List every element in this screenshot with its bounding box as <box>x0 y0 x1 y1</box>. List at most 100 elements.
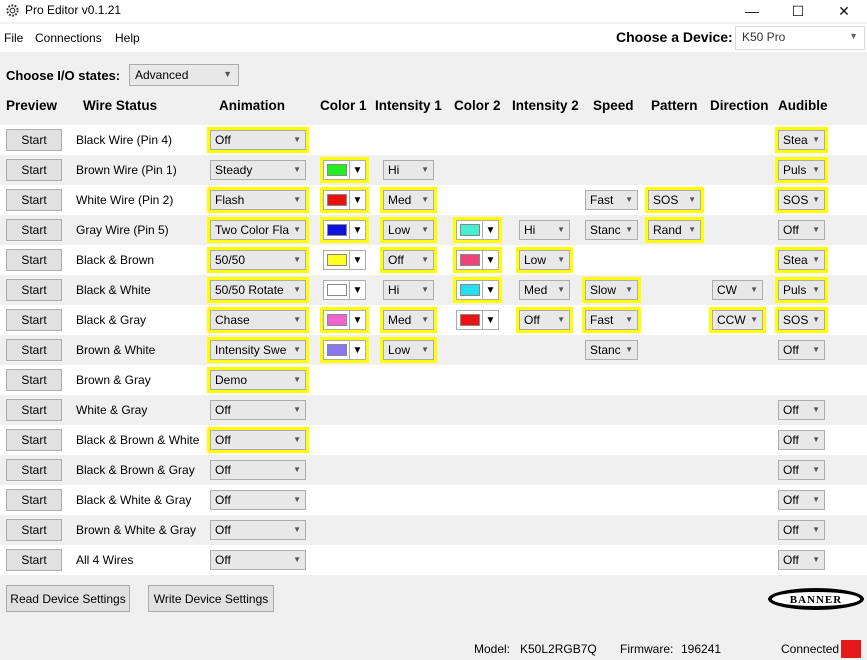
audible-select[interactable]: Stea ▼ <box>778 250 825 270</box>
preview-start-button[interactable]: Start <box>6 279 62 301</box>
close-button[interactable]: ✕ <box>821 0 867 22</box>
intensity1-select[interactable]: Off ▼ <box>383 250 434 270</box>
preview-start-button[interactable]: Start <box>6 369 62 391</box>
preview-start-button[interactable]: Start <box>6 429 62 451</box>
preview-start-button[interactable]: Start <box>6 339 62 361</box>
color1-picker[interactable]: ▼ <box>323 220 366 240</box>
speed-select[interactable]: Stanc ▼ <box>585 220 638 240</box>
color1-picker[interactable]: ▼ <box>323 250 366 270</box>
animation-select[interactable]: Off ▼ <box>210 460 306 480</box>
color2-picker[interactable]: ▼ <box>456 220 499 240</box>
animation-select[interactable]: Off ▼ <box>210 490 306 510</box>
chevron-down-icon[interactable]: ▼ <box>349 191 365 209</box>
speed-select[interactable]: Fast ▼ <box>585 190 638 210</box>
animation-select[interactable]: Off ▼ <box>210 400 306 420</box>
speed-select[interactable]: Slow ▼ <box>585 280 638 300</box>
audible-select[interactable]: Off ▼ <box>778 550 825 570</box>
direction-select[interactable]: CCW ▼ <box>712 310 763 330</box>
audible-select[interactable]: Off ▼ <box>778 460 825 480</box>
chevron-down-icon[interactable]: ▼ <box>482 311 498 329</box>
preview-start-button[interactable]: Start <box>6 519 62 541</box>
write-device-settings-button[interactable]: Write Device Settings <box>148 585 274 612</box>
chevron-down-icon[interactable]: ▼ <box>349 311 365 329</box>
menu-help[interactable]: Help <box>115 31 140 45</box>
speed-select[interactable]: Fast ▼ <box>585 310 638 330</box>
animation-select[interactable]: 50/50 Rotate ▼ <box>210 280 306 300</box>
animation-select[interactable]: Off ▼ <box>210 130 306 150</box>
preview-start-button[interactable]: Start <box>6 129 62 151</box>
intensity2-select[interactable]: Off ▼ <box>519 310 570 330</box>
audible-select[interactable]: SOS ▼ <box>778 310 825 330</box>
intensity1-select[interactable]: Med ▼ <box>383 190 434 210</box>
intensity2-select[interactable]: Med ▼ <box>519 280 570 300</box>
chevron-down-icon[interactable]: ▼ <box>349 281 365 299</box>
speed-select[interactable]: Stanc ▼ <box>585 340 638 360</box>
color1-picker[interactable]: ▼ <box>323 190 366 210</box>
menu-file[interactable]: File <box>4 31 23 45</box>
intensity1-select[interactable]: Low ▼ <box>383 340 434 360</box>
intensity1-select[interactable]: Low ▼ <box>383 220 434 240</box>
intensity2-select[interactable]: Low ▼ <box>519 250 570 270</box>
animation-select[interactable]: Two Color Fla ▼ <box>210 220 306 240</box>
animation-select[interactable]: Flash ▼ <box>210 190 306 210</box>
chevron-down-icon[interactable]: ▼ <box>482 221 498 239</box>
color1-picker[interactable]: ▼ <box>323 340 366 360</box>
pattern-select[interactable]: Rand ▼ <box>648 220 701 240</box>
audible-select[interactable]: Puls ▼ <box>778 280 825 300</box>
preview-start-button[interactable]: Start <box>6 249 62 271</box>
color2-picker[interactable]: ▼ <box>456 250 499 270</box>
audible-select[interactable]: SOS ▼ <box>778 190 825 210</box>
color2-picker[interactable]: ▼ <box>456 310 499 330</box>
chevron-down-icon[interactable]: ▼ <box>349 221 365 239</box>
maximize-button[interactable]: ☐ <box>775 0 821 22</box>
animation-select[interactable]: Demo ▼ <box>210 370 306 390</box>
audible-select[interactable]: Stea ▼ <box>778 130 825 150</box>
preview-start-button[interactable]: Start <box>6 549 62 571</box>
animation-select[interactable]: Chase ▼ <box>210 310 306 330</box>
color1-picker[interactable]: ▼ <box>323 160 366 180</box>
animation-select[interactable]: 50/50 ▼ <box>210 250 306 270</box>
color2-picker[interactable]: ▼ <box>456 280 499 300</box>
preview-start-button[interactable]: Start <box>6 309 62 331</box>
chevron-down-icon[interactable]: ▼ <box>349 251 365 269</box>
device-select[interactable]: K50 Pro ▼ <box>735 26 865 50</box>
preview-start-button[interactable]: Start <box>6 189 62 211</box>
intensity2-select[interactable]: Hi ▼ <box>519 220 570 240</box>
intensity1-select[interactable]: Hi ▼ <box>383 280 434 300</box>
color1-picker[interactable]: ▼ <box>323 280 366 300</box>
audible-select[interactable]: Off ▼ <box>778 520 825 540</box>
animation-select[interactable]: Steady ▼ <box>210 160 306 180</box>
animation-select[interactable]: Off ▼ <box>210 520 306 540</box>
chevron-down-icon[interactable]: ▼ <box>349 161 365 179</box>
audible-select[interactable]: Off ▼ <box>778 340 825 360</box>
intensity1-select[interactable]: Med ▼ <box>383 310 434 330</box>
audible-select[interactable]: Off ▼ <box>778 490 825 510</box>
chevron-down-icon[interactable]: ▼ <box>482 251 498 269</box>
audible-select[interactable]: Puls ▼ <box>778 160 825 180</box>
menu-connections[interactable]: Connections <box>35 31 102 45</box>
direction-select[interactable]: CW ▼ <box>712 280 763 300</box>
animation-select[interactable]: Off ▼ <box>210 550 306 570</box>
io-states-select[interactable]: Advanced ▼ <box>129 64 239 86</box>
preview-start-button[interactable]: Start <box>6 489 62 511</box>
chevron-down-icon: ▼ <box>557 285 565 294</box>
chevron-down-icon[interactable]: ▼ <box>349 341 365 359</box>
animation-select[interactable]: Off ▼ <box>210 430 306 450</box>
table-row: Start All 4 Wires Off ▼ Off ▼ <box>0 545 867 575</box>
preview-start-button[interactable]: Start <box>6 399 62 421</box>
audible-select[interactable]: Off ▼ <box>778 220 825 240</box>
animation-select[interactable]: Intensity Swe ▼ <box>210 340 306 360</box>
intensity1-select[interactable]: Hi ▼ <box>383 160 434 180</box>
chevron-down-icon: ▼ <box>293 375 301 384</box>
preview-start-button[interactable]: Start <box>6 459 62 481</box>
preview-start-button[interactable]: Start <box>6 219 62 241</box>
preview-start-button[interactable]: Start <box>6 159 62 181</box>
minimize-button[interactable]: — <box>729 0 775 22</box>
pattern-select[interactable]: SOS ▼ <box>648 190 701 210</box>
chevron-down-icon[interactable]: ▼ <box>482 281 498 299</box>
read-device-settings-button[interactable]: Read Device Settings <box>6 585 130 612</box>
audible-select[interactable]: Off ▼ <box>778 430 825 450</box>
color1-picker[interactable]: ▼ <box>323 310 366 330</box>
animation-cell: Off ▼ <box>207 487 309 513</box>
audible-select[interactable]: Off ▼ <box>778 400 825 420</box>
